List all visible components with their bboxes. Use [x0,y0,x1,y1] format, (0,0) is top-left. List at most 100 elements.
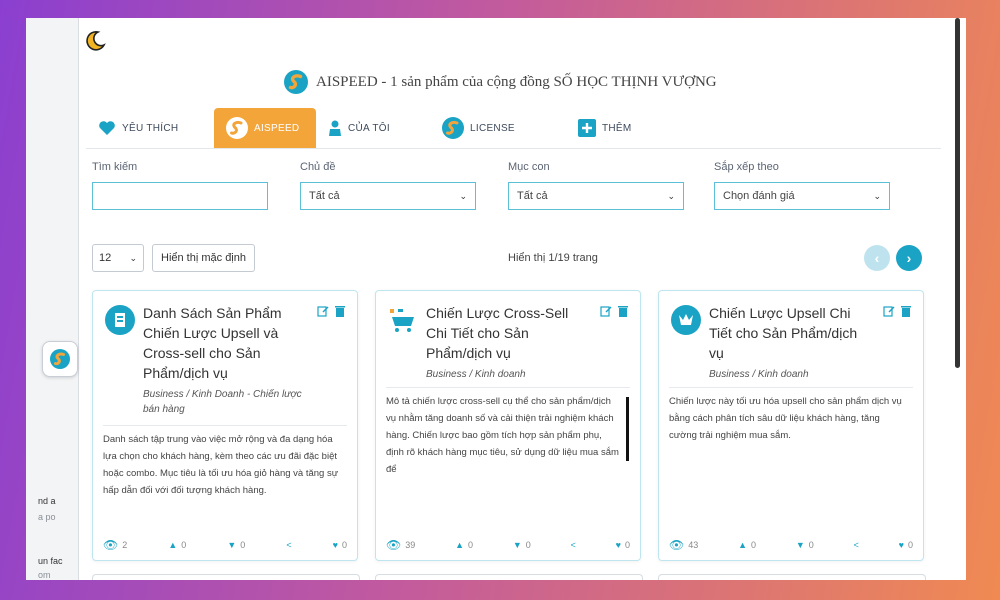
favorite-button[interactable]: ♥ 0 [899,540,913,550]
description-scrollbar[interactable] [626,397,629,461]
tab-more[interactable]: THÊM [558,108,670,148]
favorite-button[interactable]: ♥ 0 [333,540,347,550]
thumbs-down-icon: ▼ [795,540,805,550]
trash-icon[interactable] [618,305,628,317]
background-snippet: a po [38,512,56,522]
thumbs-down-icon: ▼ [227,540,237,550]
prompt-card[interactable]: Danh Sách Sản Phẩm Chiến Lược Upsell và … [92,290,358,561]
edit-icon[interactable] [883,305,895,317]
page-info: Hiển thị 1/19 trang [508,252,598,264]
like-button[interactable]: ▲ 0 [455,540,473,550]
card-divider [386,387,630,388]
prompt-card[interactable] [92,574,360,580]
card-title[interactable]: Chiến Lược Upsell Chi Tiết cho Sản Phẩm/… [709,303,869,363]
card-title[interactable]: Chiến Lược Cross-Sell Chi Tiết cho Sản P… [426,303,586,363]
heart-icon [99,121,115,135]
dislikes-count: 0 [240,540,246,550]
card-title[interactable]: Danh Sách Sản Phẩm Chiến Lược Upsell và … [143,303,303,383]
subtopic-select[interactable]: Tất cả ⌄ [508,182,684,210]
sort-select-value: Chọn đánh giá [723,190,795,202]
edit-icon[interactable] [317,305,329,317]
dislike-button[interactable]: ▼ 0 [513,540,531,550]
tab-license[interactable]: LICENSE [430,108,558,148]
prompt-card[interactable]: Chiến Lược Upsell Chi Tiết cho Sản Phẩm/… [658,290,924,561]
card-actions [600,305,628,317]
trash-icon[interactable] [901,305,911,317]
tab-mine[interactable]: CỦA TÔI [316,108,430,148]
card-actions [317,305,345,317]
aispeed-launcher-button[interactable] [42,341,78,377]
thumbs-up-icon: ▲ [168,540,178,550]
heart-icon: ♥ [332,540,338,550]
eye-icon: 👁 [669,538,685,552]
thumbs-down-icon: ▼ [512,540,522,550]
card-stats: 👁 43 ▲ 0 ▼ 0 < ♥ 0 [669,538,913,552]
dislike-button[interactable]: ▼ 0 [227,540,245,550]
like-button[interactable]: ▲ 0 [168,540,186,550]
background-snippet: un fac [38,556,63,566]
scrollbar[interactable] [955,18,960,368]
chevron-down-icon: ⌄ [459,190,467,201]
background-snippet: nd a [38,496,56,506]
share-button[interactable]: < [571,540,576,550]
thumbs-up-icon: ▲ [455,540,464,550]
views-stat: 👁 39 [386,538,415,552]
next-page-button[interactable]: › [896,245,922,271]
background-app-strip: nd a a po un fac om [26,18,79,580]
dark-mode-toggle[interactable] [84,30,106,57]
per-page-value: 12 [99,252,112,264]
share-button[interactable]: < [854,540,859,550]
aispeed-logo-icon [50,349,70,369]
shopping-cart-icon [388,305,418,335]
dislikes-count: 0 [525,540,531,550]
likes-count: 0 [750,540,756,550]
prompt-card[interactable] [375,574,643,580]
card-description: Danh sách tập trung vào việc mở rộng và … [103,434,339,496]
heart-icon: ♥ [615,540,621,550]
topic-select[interactable]: Tất cả ⌄ [300,182,476,210]
chevron-down-icon: ⌄ [873,190,881,201]
chevron-down-icon: ⌄ [129,252,137,263]
share-icon: < [570,540,576,550]
card-description: Mô tả chiến lược cross-sell cụ thể cho s… [386,396,619,475]
card-category: Business / Kinh Doanh - Chiến lược bán h… [143,389,302,415]
sort-select[interactable]: Chọn đánh giá ⌄ [714,182,890,210]
aispeed-logo-icon [226,117,248,139]
search-label: Tìm kiếm [92,161,138,173]
tab-favorites[interactable]: YÊU THÍCH [86,108,214,148]
card-category: Business / Kinh doanh [709,369,809,380]
views-stat: 👁 43 [669,538,698,552]
prev-page-button[interactable]: ‹ [864,245,890,271]
dislike-button[interactable]: ▼ 0 [796,540,814,550]
app-window: nd a a po un fac om AISPEED - 1 sản phẩm… [26,18,966,580]
per-page-select[interactable]: 12 ⌄ [92,244,144,272]
page-header: AISPEED - 1 sản phẩm của cộng đồng SỐ HỌ… [284,70,717,94]
prompt-card[interactable]: Chiến Lược Cross-Sell Chi Tiết cho Sản P… [375,290,641,561]
thumbs-up-icon: ▲ [738,540,747,550]
favorite-button[interactable]: ♥ 0 [616,540,630,550]
views-count: 2 [122,540,128,550]
search-input[interactable] [92,182,268,210]
favorites-count: 0 [907,540,913,550]
share-button[interactable]: < [286,540,291,550]
prompt-card[interactable] [658,574,926,580]
dislikes-count: 0 [808,540,814,550]
default-view-button[interactable]: Hiển thị mặc định [152,244,255,272]
upsell-icon [671,305,701,335]
edit-icon[interactable] [600,305,612,317]
moon-icon [86,31,106,51]
tab-label: LICENSE [470,122,515,134]
topic-label: Chủ đề [300,161,336,173]
chevron-right-icon: › [906,250,912,266]
trash-icon[interactable] [335,305,345,317]
chevron-down-icon: ⌄ [667,190,675,201]
like-button[interactable]: ▲ 0 [738,540,756,550]
tab-aispeed[interactable]: AISPEED [214,108,316,148]
card-description: Chiến lược này tối ưu hóa upsell cho sản… [669,396,902,441]
likes-count: 0 [467,540,473,550]
background-snippet: om [38,570,51,580]
subtopic-label: Mục con [508,161,550,173]
tab-label: YÊU THÍCH [122,122,179,134]
card-actions [883,305,911,317]
product-list-icon [105,305,135,335]
